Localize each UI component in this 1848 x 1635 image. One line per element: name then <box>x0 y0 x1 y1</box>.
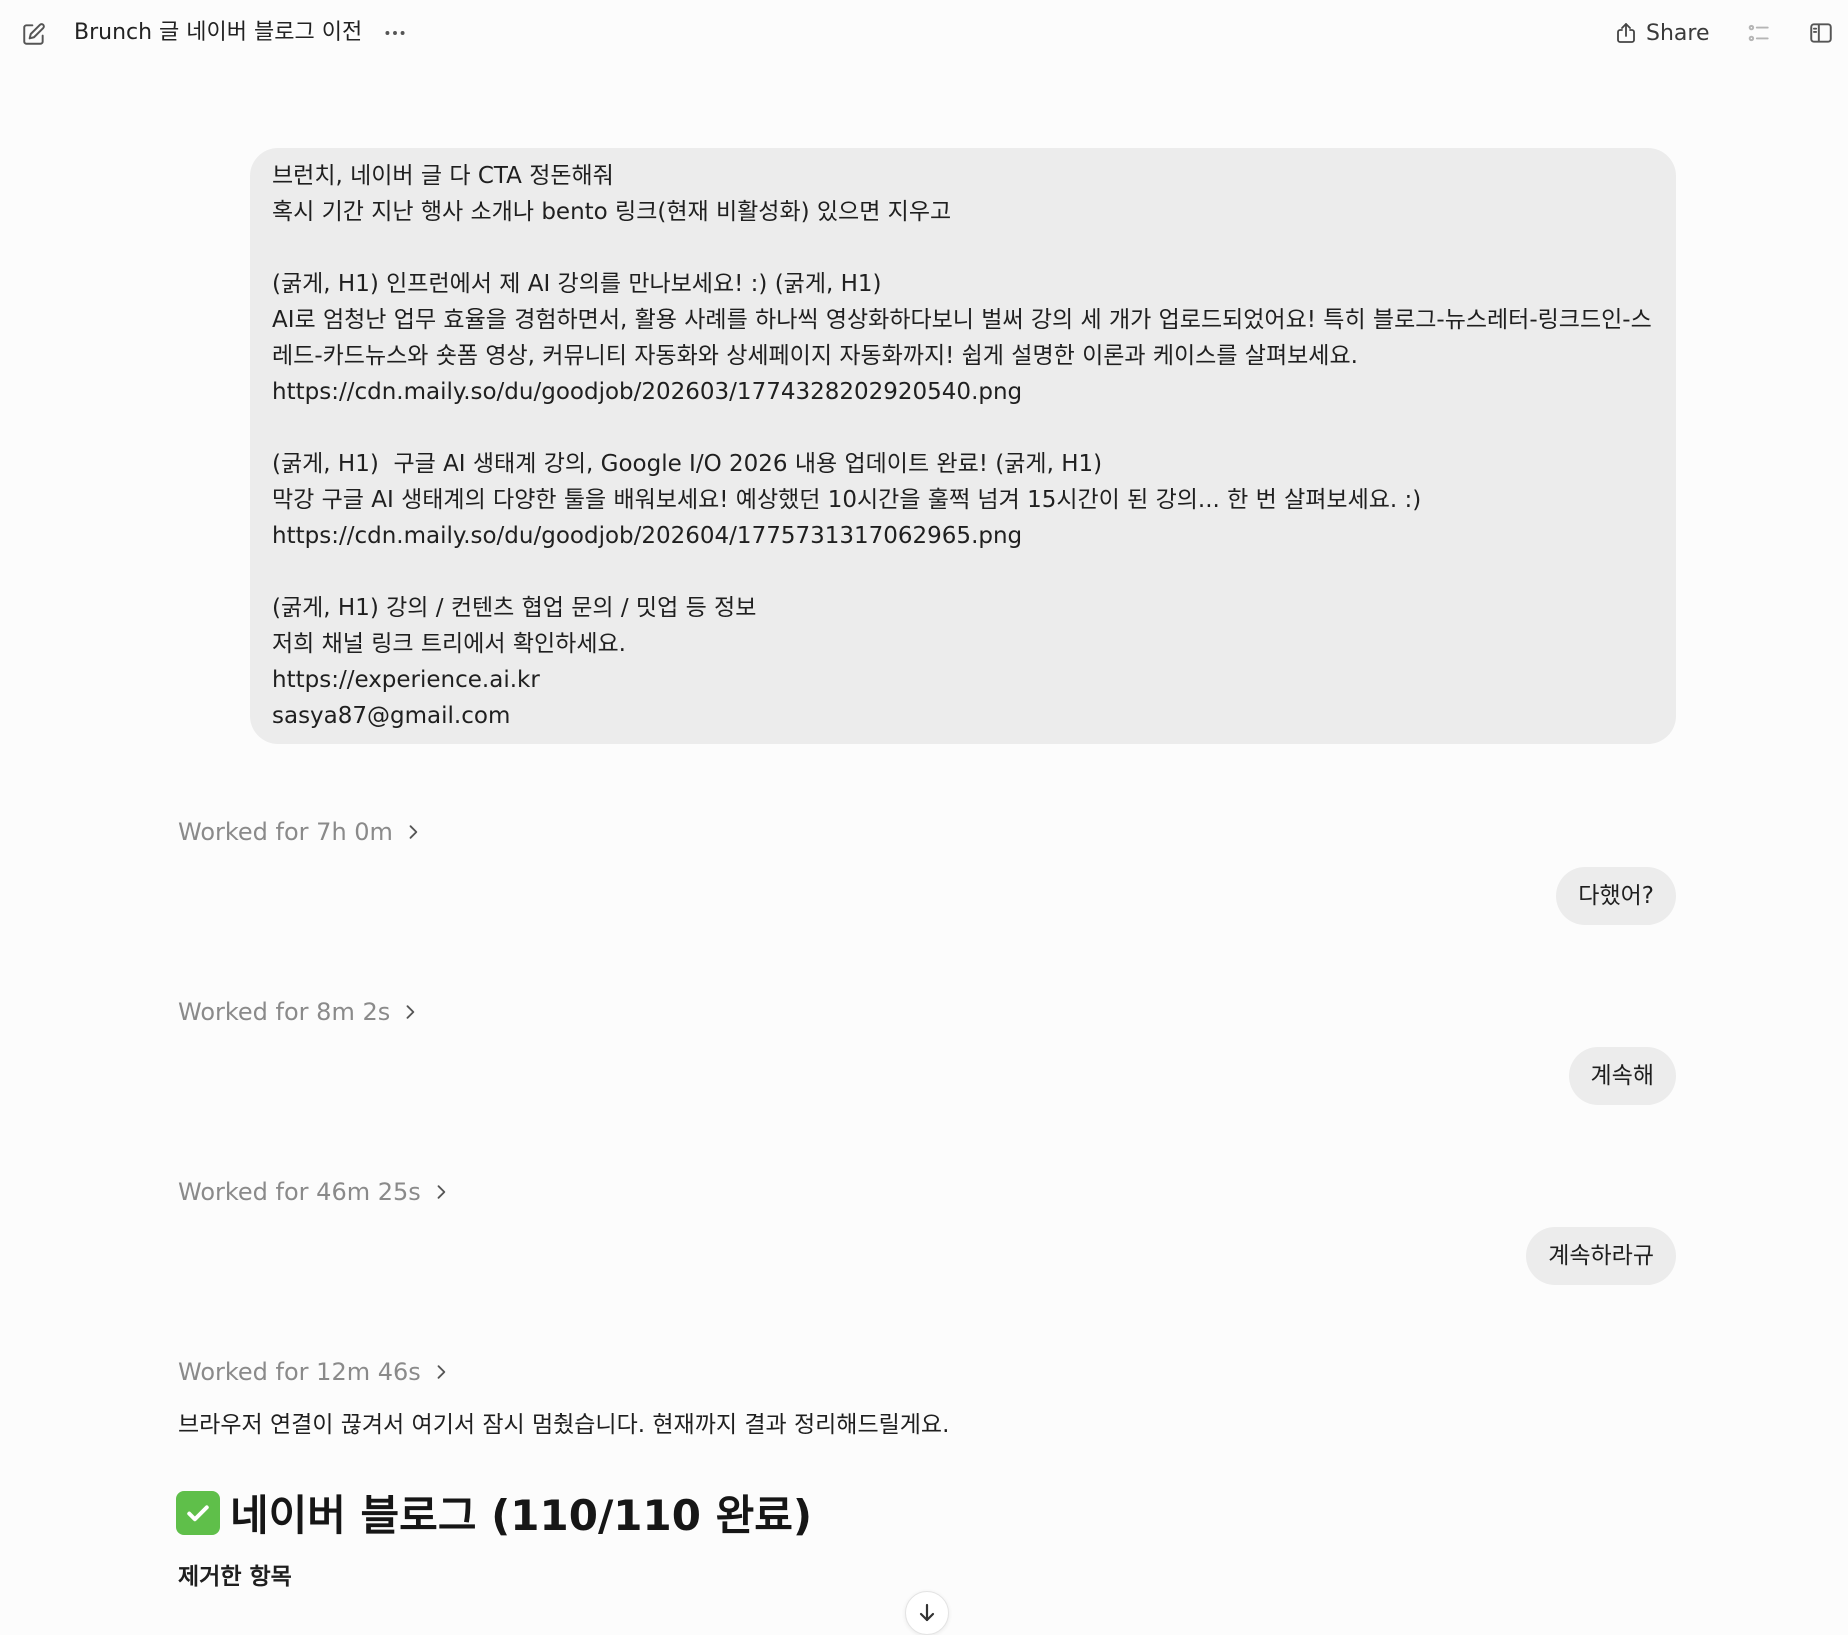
share-button[interactable]: Share <box>1606 14 1718 52</box>
message-line <box>272 554 1654 590</box>
ellipsis-icon <box>385 31 405 35</box>
outline-button[interactable] <box>1742 16 1776 50</box>
message-text: 계속하라규 <box>1548 1243 1654 1269</box>
message-line: https://cdn.maily.so/du/goodjob/202603/1… <box>272 379 1023 405</box>
message-line <box>272 230 1654 266</box>
top-bar: Brunch 글 네이버 블로그 이전 Share <box>0 0 1848 66</box>
edit-icon <box>23 23 45 45</box>
worked-for-label: Worked for 7h 0m <box>178 818 393 846</box>
assistant-heading: 네이버 블로그 (110/110 완료) <box>176 1482 812 1543</box>
chevron-right-icon <box>437 1185 446 1199</box>
scroll-to-bottom-button[interactable] <box>905 1591 949 1635</box>
page-title[interactable]: Brunch 글 네이버 블로그 이전 <box>74 16 362 50</box>
user-message-bubble: 다했어? <box>1556 867 1676 925</box>
share-icon <box>1617 23 1635 43</box>
worked-for-label: Worked for 46m 25s <box>178 1178 421 1206</box>
worked-for-toggle[interactable]: Worked for 8m 2s <box>178 998 420 1026</box>
worked-for-label: Worked for 12m 46s <box>178 1358 421 1386</box>
assistant-subheading: 제거한 항목 <box>178 1564 292 1590</box>
user-message-bubble: 브런치, 네이버 글 다 CTA 정돈해줘 혹시 기간 지난 행사 소개나 be… <box>250 148 1676 744</box>
message-line: https://cdn.maily.so/du/goodjob/202604/1… <box>272 523 1023 549</box>
more-options-button[interactable] <box>378 16 412 50</box>
share-label: Share <box>1646 20 1710 46</box>
message-line: 브런치, 네이버 글 다 CTA 정돈해줘 <box>272 163 614 189</box>
checkmark-box-icon <box>176 1490 220 1535</box>
user-message-bubble: 계속해 <box>1568 1047 1676 1105</box>
toggle-panel-button[interactable] <box>1804 16 1838 50</box>
message-line: 혹시 기간 지난 행사 소개나 bento 링크(현재 비활성화) 있으면 지우… <box>272 199 952 225</box>
assistant-heading-text: 네이버 블로그 (110/110 완료) <box>230 1491 813 1540</box>
worked-for-toggle[interactable]: Worked for 46m 25s <box>178 1178 451 1206</box>
message-text: 계속해 <box>1590 1063 1654 1089</box>
message-line <box>272 410 1654 446</box>
assistant-message-text: 브라우저 연결이 끊겨서 여기서 잠시 멈췄습니다. 현재까지 결과 정리해드릴… <box>178 1412 950 1438</box>
sidebar-panel-icon <box>1810 23 1832 43</box>
message-line: https://experience.ai.kr <box>272 667 540 693</box>
new-chat-button[interactable] <box>18 18 50 50</box>
worked-for-toggle[interactable]: Worked for 7h 0m <box>178 818 423 846</box>
message-line: sasya87@gmail.com <box>272 703 511 729</box>
message-line: (굵게, H1) 구글 AI 생태계 강의, Google I/O 2026 내… <box>272 451 1103 477</box>
worked-for-label: Worked for 8m 2s <box>178 998 391 1026</box>
message-line: (굵게, H1) 인프런에서 제 AI 강의를 만나보세요! :) (굵게, H… <box>272 271 882 297</box>
message-text: 다했어? <box>1578 883 1654 909</box>
message-line: 막강 구글 AI 생태계의 다양한 툴을 배워보세요! 예상했던 10시간을 훌… <box>272 487 1422 513</box>
chevron-right-icon <box>409 825 418 839</box>
message-line: 저희 채널 링크 트리에서 확인하세요. <box>272 631 626 657</box>
message-line: AI로 엄청난 업무 효율을 경험하면서, 활용 사례를 하나씩 영상화하다보니… <box>272 307 1652 369</box>
user-message-bubble: 계속하라규 <box>1526 1227 1676 1285</box>
worked-for-toggle[interactable]: Worked for 12m 46s <box>178 1358 451 1386</box>
list-icon <box>1748 24 1769 42</box>
message-line: (굵게, H1) 강의 / 컨텐츠 협업 문의 / 밋업 등 정보 <box>272 595 757 621</box>
arrow-down-icon <box>919 1603 935 1622</box>
chevron-right-icon <box>437 1365 446 1379</box>
chevron-right-icon <box>406 1005 415 1019</box>
